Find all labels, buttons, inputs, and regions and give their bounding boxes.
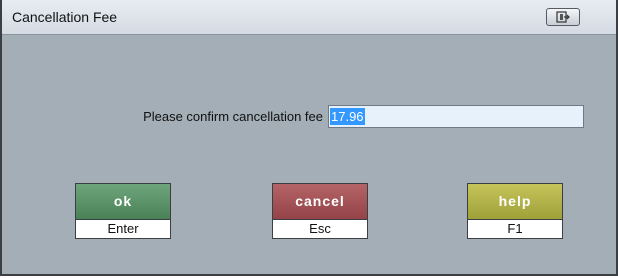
cancellation-fee-input[interactable] (328, 105, 584, 128)
ok-button-label: ok (75, 183, 171, 220)
fee-prompt-label: Please confirm cancellation fee (143, 109, 323, 124)
window-title: Cancellation Fee (12, 9, 118, 25)
cancel-button-label: cancel (272, 183, 368, 220)
window-restore-button[interactable] (546, 8, 580, 26)
title-bar: Cancellation Fee (2, 0, 616, 35)
help-button[interactable]: help F1 (467, 183, 563, 239)
cancellation-fee-dialog: Cancellation Fee Please confirm cancella… (0, 0, 618, 276)
window-restore-icon (556, 11, 570, 23)
ok-button[interactable]: ok Enter (75, 183, 171, 239)
help-shortcut-key: F1 (467, 220, 563, 239)
help-button-label: help (467, 183, 563, 220)
ok-shortcut-key: Enter (75, 220, 171, 239)
cancel-shortcut-key: Esc (272, 220, 368, 239)
cancel-button[interactable]: cancel Esc (272, 183, 368, 239)
